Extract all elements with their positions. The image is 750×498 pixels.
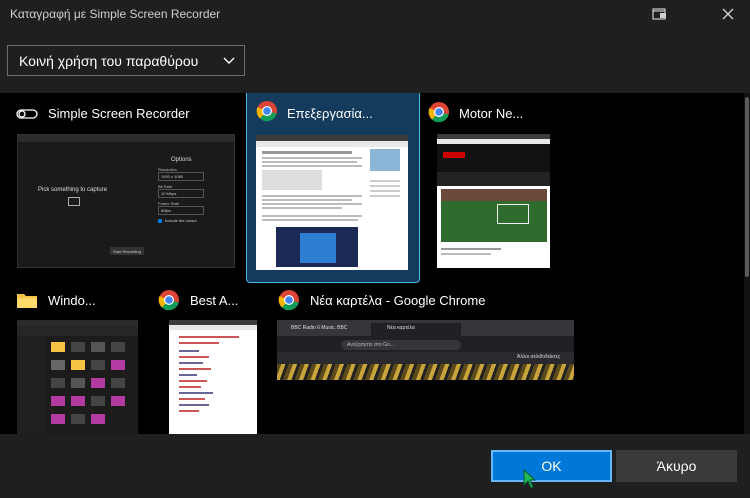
- window-card-motor-news[interactable]: Motor Ne...: [422, 93, 556, 273]
- monitor-icon: [68, 197, 80, 206]
- window-card-file-explorer[interactable]: Windo...: [6, 283, 140, 434]
- window-restore-icon: [652, 8, 666, 20]
- share-mode-value: Κοινή χρήση του παραθύρου: [19, 53, 199, 69]
- ssr-prompt: Pick something to capture: [38, 187, 108, 193]
- window-card-label: Motor Ne...: [459, 106, 524, 121]
- chrome-search: Αναζητήστε στο Go...: [347, 342, 394, 348]
- chrome-icon: [278, 290, 299, 311]
- scrollbar-thumb[interactable]: [745, 97, 749, 277]
- ssr-resolution-value: 1920 x 1080: [161, 174, 184, 179]
- window-thumbnail: Pick something to capture Options Resolu…: [17, 134, 235, 268]
- dialog-footer: OK Άκυρο: [0, 434, 750, 498]
- window-card-label: Best A...: [190, 293, 239, 308]
- window-card-editing[interactable]: Επεξεργασία...: [246, 93, 420, 283]
- chrome-icon: [158, 290, 179, 311]
- chevron-down-icon: [223, 57, 235, 64]
- toggle-icon: [16, 109, 38, 119]
- window-thumbnail: BBC Radio 6 Music, BBC Νέα καρτέλα Αναζη…: [277, 320, 574, 380]
- window-card-label: Simple Screen Recorder: [48, 106, 190, 121]
- chrome-tab-2: Νέα καρτέλα: [387, 325, 415, 331]
- window-card-label: Επεξεργασία...: [287, 106, 373, 121]
- chrome-tab-1: BBC Radio 6 Music, BBC: [291, 325, 348, 331]
- window-thumbnail: [437, 134, 550, 268]
- window-thumbnail: [256, 135, 408, 270]
- ssr-bitrate-value: 10 Mbps: [161, 191, 177, 196]
- restore-button[interactable]: [649, 3, 671, 25]
- window-thumbnail: [169, 320, 257, 434]
- window-card-new-tab[interactable]: Νέα καρτέλα - Google Chrome BBC Radio 6 …: [270, 283, 580, 434]
- window-grid: Simple Screen Recorder Pick something to…: [0, 93, 750, 434]
- title-bar: Καταγραφή με Simple Screen Recorder: [0, 0, 750, 30]
- cancel-button[interactable]: Άκυρο: [616, 450, 737, 482]
- window-card-label: Νέα καρτέλα - Google Chrome: [310, 293, 486, 308]
- chrome-bookmarks: Άλλοι σελιδοδείκτες: [517, 354, 561, 360]
- ssr-cursor-label: Include the cursor: [165, 218, 197, 223]
- window-title: Καταγραφή με Simple Screen Recorder: [10, 7, 221, 21]
- close-button[interactable]: [717, 3, 739, 25]
- share-mode-area: Κοινή χρήση του παραθύρου: [0, 30, 750, 93]
- folder-icon: [17, 294, 37, 308]
- grid-scrollbar[interactable]: [744, 93, 750, 434]
- ssr-framerate-value: 60fps: [161, 208, 171, 213]
- mouse-cursor-icon: [523, 469, 537, 489]
- window-card-best[interactable]: Best A...: [152, 283, 262, 434]
- window-card-simple-screen-recorder[interactable]: Simple Screen Recorder Pick something to…: [6, 93, 240, 273]
- ssr-start-label: Start Recording: [113, 249, 141, 254]
- window-thumbnail: [17, 320, 138, 434]
- share-mode-dropdown[interactable]: Κοινή χρήση του παραθύρου: [7, 45, 245, 76]
- window-card-label: Windo...: [48, 293, 96, 308]
- ok-button[interactable]: OK: [491, 450, 612, 482]
- ssr-options-heading: Options: [171, 157, 192, 163]
- chrome-icon: [428, 102, 449, 123]
- close-icon: [722, 8, 734, 20]
- chrome-icon: [256, 101, 277, 122]
